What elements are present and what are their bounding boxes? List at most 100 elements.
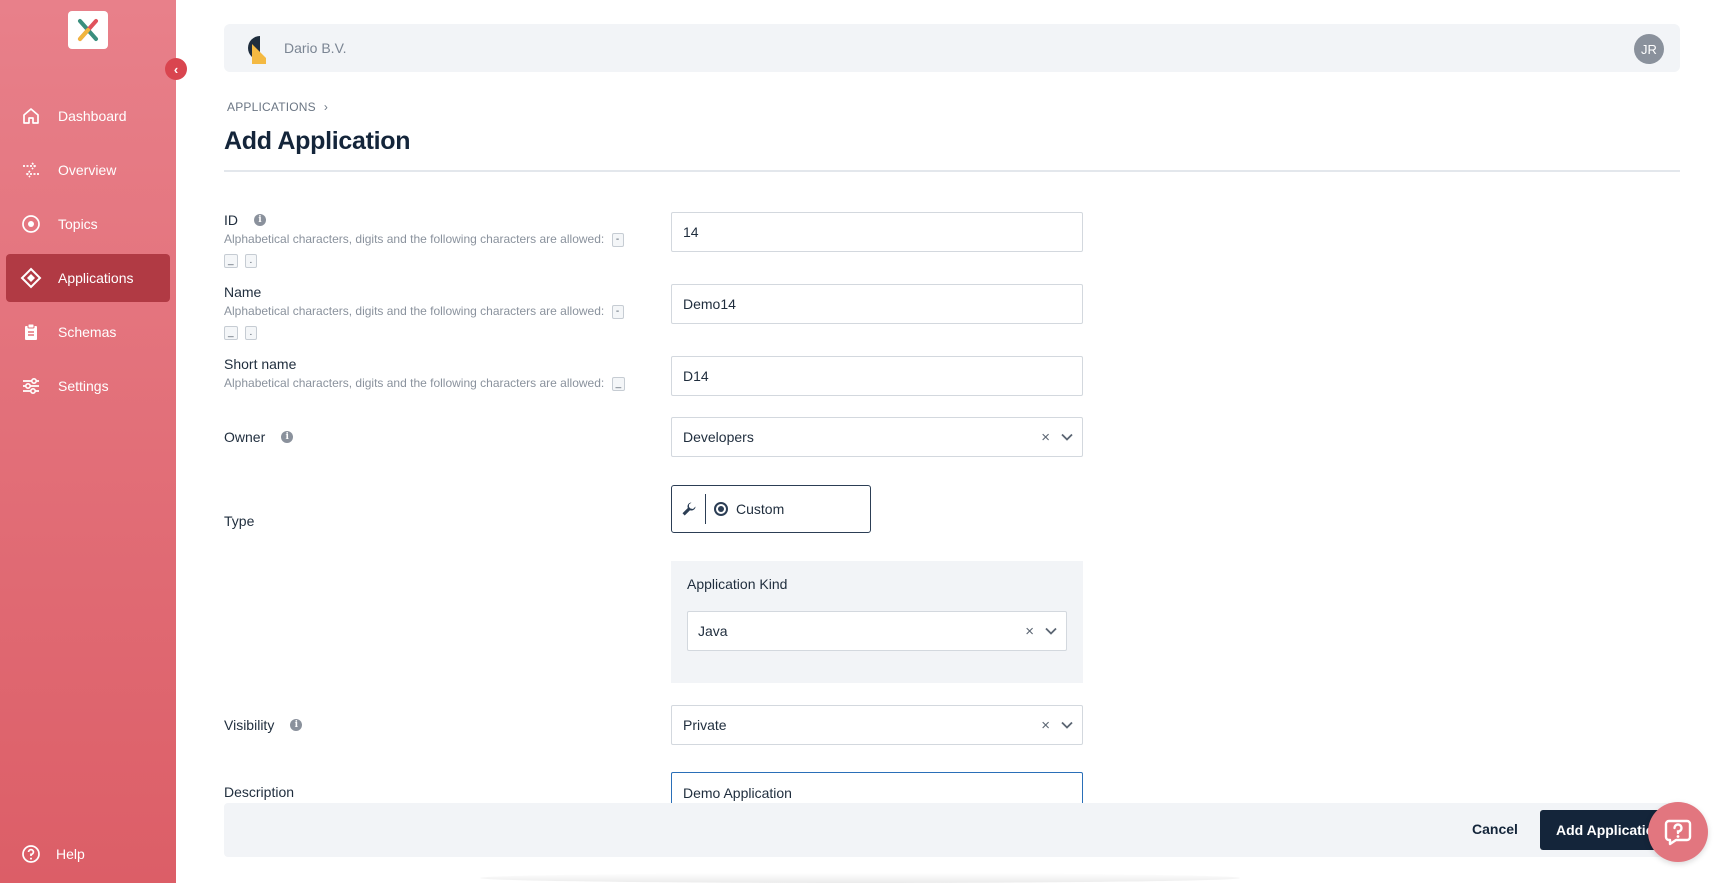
type-option-label: Custom xyxy=(736,501,785,517)
char-chip: . xyxy=(244,253,257,268)
id-hint: Alphabetical characters, digits and the … xyxy=(224,229,634,271)
sliders-icon xyxy=(20,375,42,397)
select-controls: × xyxy=(1041,706,1074,744)
sidebar-item-label: Topics xyxy=(58,216,98,232)
chat-icon xyxy=(1664,819,1692,846)
help-label: Help xyxy=(56,846,85,862)
type-option-custom[interactable]: Custom xyxy=(671,485,871,533)
short-name-input[interactable]: D14 xyxy=(671,356,1083,396)
sidebar-item-topics[interactable]: Topics xyxy=(6,200,170,248)
name-label: Name xyxy=(224,284,262,300)
clear-icon[interactable]: × xyxy=(1041,717,1050,734)
sidebar-item-dashboard[interactable]: Dashboard xyxy=(6,92,170,140)
short-name-value: D14 xyxy=(683,368,709,384)
visibility-label: Visibility xyxy=(224,717,275,733)
chevron-down-icon[interactable] xyxy=(1060,718,1074,732)
application-kind-value: Java xyxy=(698,623,728,639)
diamond-icon xyxy=(20,267,42,289)
page-title: Add Application xyxy=(224,127,411,155)
clipboard-icon xyxy=(20,321,42,343)
sidebar-item-schemas[interactable]: Schemas xyxy=(6,308,170,356)
sidebar-item-label: Schemas xyxy=(58,324,117,340)
sidebar-item-label: Dashboard xyxy=(58,108,127,124)
select-controls: × xyxy=(1025,612,1058,650)
char-chip: _ xyxy=(611,376,626,391)
visibility-select[interactable]: Private × xyxy=(671,705,1083,745)
logo-x-icon xyxy=(78,19,98,41)
description-value: Demo Application xyxy=(683,785,792,801)
arrows-icon xyxy=(20,159,42,181)
wrench-icon xyxy=(672,494,706,524)
description-label-row: Description xyxy=(224,784,294,800)
short-name-hint: Alphabetical characters, digits and the … xyxy=(224,373,634,394)
sidebar-item-applications[interactable]: Applications xyxy=(6,254,170,302)
sidebar-item-help[interactable]: Help xyxy=(20,843,85,865)
top-bar: Dario B.V. JR xyxy=(224,24,1680,72)
visibility-value: Private xyxy=(683,717,727,733)
help-icon xyxy=(20,843,42,865)
sidebar-item-settings[interactable]: Settings xyxy=(6,362,170,410)
char-chip: _ xyxy=(224,253,238,268)
sidebar: Dashboard Overview Topics Applications S… xyxy=(0,0,176,883)
app-root: Dashboard Overview Topics Applications S… xyxy=(0,0,1728,883)
visibility-label-row: Visibility i xyxy=(224,717,303,733)
form-action-bar xyxy=(224,803,1680,857)
id-label-row: ID i xyxy=(224,212,266,228)
hint-text: Alphabetical characters, digits and the … xyxy=(224,304,605,318)
org-name[interactable]: Dario B.V. xyxy=(284,40,347,56)
sidebar-item-label: Settings xyxy=(58,378,109,394)
owner-select[interactable]: Developers × xyxy=(671,417,1083,457)
target-icon xyxy=(20,213,42,235)
name-label-row: Name xyxy=(224,284,261,300)
name-value: Demo14 xyxy=(683,296,736,312)
app-logo[interactable] xyxy=(68,11,108,49)
application-kind-select[interactable]: Java × xyxy=(687,611,1067,651)
info-icon[interactable]: i xyxy=(281,431,294,443)
chevron-down-icon[interactable] xyxy=(1060,430,1074,444)
id-label: ID xyxy=(224,212,238,228)
hint-text: Alphabetical characters, digits and the … xyxy=(224,376,605,390)
owner-value: Developers xyxy=(683,429,754,445)
sidebar-item-overview[interactable]: Overview xyxy=(6,146,170,194)
breadcrumb: APPLICATIONS › xyxy=(227,100,328,114)
name-input[interactable]: Demo14 xyxy=(671,284,1083,324)
chevron-left-icon: ‹ xyxy=(173,61,179,77)
application-kind-panel: Application Kind Java × xyxy=(671,561,1083,683)
hint-text: Alphabetical characters, digits and the … xyxy=(224,232,605,246)
application-kind-label: Application Kind xyxy=(687,576,788,592)
owner-label: Owner xyxy=(224,429,266,445)
char-chip: - xyxy=(611,304,624,319)
sidebar-item-label: Applications xyxy=(58,270,134,286)
id-input[interactable]: 14 xyxy=(671,212,1083,252)
divider xyxy=(224,170,1680,172)
char-chip: . xyxy=(244,325,257,340)
avatar[interactable]: JR xyxy=(1634,34,1664,64)
clear-icon[interactable]: × xyxy=(1041,429,1050,446)
select-controls: × xyxy=(1041,418,1074,456)
owner-label-row: Owner i xyxy=(224,429,294,445)
info-icon[interactable]: i xyxy=(290,719,303,731)
sidebar-collapse-button[interactable]: ‹ xyxy=(165,58,187,80)
name-hint: Alphabetical characters, digits and the … xyxy=(224,301,634,343)
type-label-row: Type xyxy=(224,513,254,529)
sidebar-nav: Dashboard Overview Topics Applications S… xyxy=(6,92,170,416)
char-chip: - xyxy=(611,232,624,247)
breadcrumb-applications-link[interactable]: APPLICATIONS xyxy=(227,100,316,114)
org-logo-icon xyxy=(240,34,270,64)
id-value: 14 xyxy=(683,224,699,240)
clear-icon[interactable]: × xyxy=(1025,623,1034,640)
chevron-down-icon[interactable] xyxy=(1044,624,1058,638)
sidebar-item-label: Overview xyxy=(58,162,117,178)
info-icon[interactable]: i xyxy=(254,214,266,226)
cancel-button[interactable]: Cancel xyxy=(1472,821,1518,837)
char-chip: _ xyxy=(224,325,238,340)
radio-selected[interactable] xyxy=(714,502,728,516)
short-name-label: Short name xyxy=(224,356,297,372)
home-icon xyxy=(20,105,42,127)
chat-support-button[interactable] xyxy=(1648,802,1708,862)
description-label: Description xyxy=(224,784,295,800)
type-label: Type xyxy=(224,513,255,529)
short-name-label-row: Short name xyxy=(224,356,296,372)
add-application-label: Add Application xyxy=(1556,822,1663,838)
page-shadow xyxy=(480,873,1240,883)
